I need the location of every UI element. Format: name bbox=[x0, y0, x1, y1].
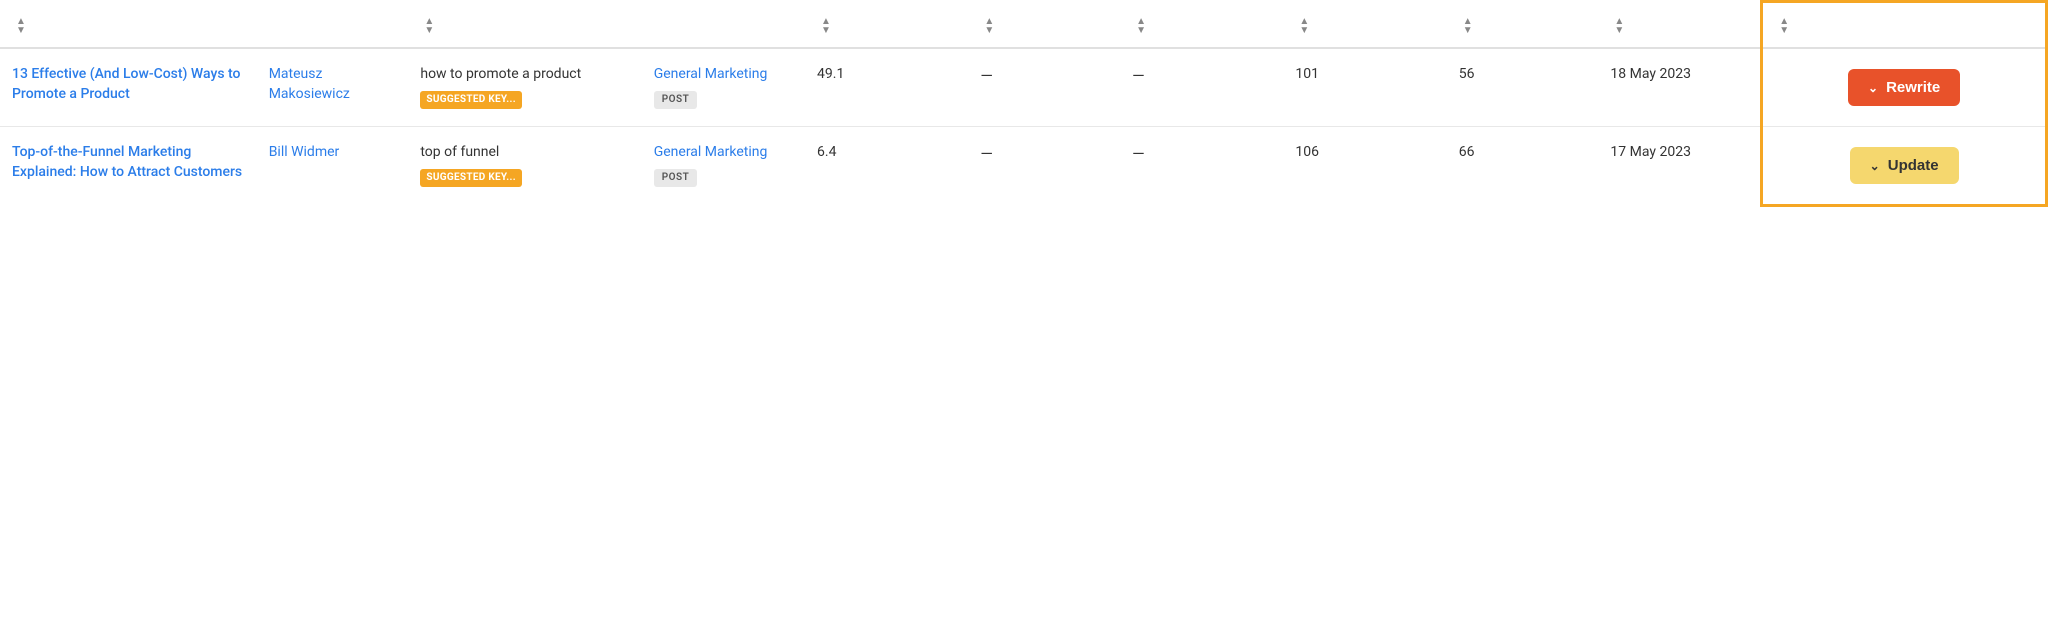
sort-icon-keywords: ▲▼ bbox=[424, 17, 434, 35]
cell-date: 18 May 2023 bbox=[1598, 48, 1761, 127]
cell-date: 17 May 2023 bbox=[1598, 127, 1761, 206]
organic-traffic-value: — bbox=[1132, 66, 1145, 85]
cell-total-traffic: — bbox=[968, 127, 1120, 206]
backlinks-value: 106 bbox=[1295, 144, 1319, 160]
organic-traffic-value: — bbox=[1132, 144, 1145, 163]
backlinks-value: 101 bbox=[1295, 66, 1319, 82]
cell-ref-domains: 56 bbox=[1447, 48, 1599, 127]
title-link[interactable]: 13 Effective (And Low-Cost) Ways to Prom… bbox=[12, 66, 240, 102]
header-position[interactable]: ▲▼ bbox=[805, 2, 968, 49]
ref-domains-value: 56 bbox=[1459, 66, 1475, 82]
cell-keyword: top of funnel SUGGESTED KEY... bbox=[408, 127, 641, 206]
date-value: 18 May 2023 bbox=[1610, 66, 1691, 82]
position-value: 6.4 bbox=[817, 144, 836, 160]
date-value: 17 May 2023 bbox=[1610, 144, 1691, 160]
chevron-down-icon: ⌄ bbox=[1870, 159, 1880, 173]
sort-icon-total: ▲▼ bbox=[984, 17, 994, 35]
cell-keyword: how to promote a product SUGGESTED KEY..… bbox=[408, 48, 641, 127]
total-traffic-value: — bbox=[980, 144, 993, 163]
cell-category: General Marketing POST bbox=[642, 48, 805, 127]
chevron-down-icon: ⌄ bbox=[1868, 81, 1878, 95]
header-author bbox=[257, 2, 409, 49]
keyword-text: how to promote a product bbox=[420, 66, 581, 82]
cell-organic-traffic: — bbox=[1120, 127, 1283, 206]
cell-author: Mateusz Makosiewicz bbox=[257, 48, 409, 127]
cell-organic-traffic: — bbox=[1120, 48, 1283, 127]
title-link[interactable]: Top-of-the-Funnel Marketing Explained: H… bbox=[12, 144, 242, 180]
cell-category: General Marketing POST bbox=[642, 127, 805, 206]
content-audit-table: ▲▼ ▲▼ ▲▼ ▲▼ bbox=[0, 0, 2048, 207]
sort-icon-date: ▲▼ bbox=[1614, 17, 1624, 35]
update-button[interactable]: ⌄ Update bbox=[1850, 147, 1959, 184]
sort-icon-organic: ▲▼ bbox=[1136, 17, 1146, 35]
position-value: 49.1 bbox=[817, 66, 844, 82]
category-link[interactable]: General Marketing bbox=[654, 66, 768, 82]
header-ref-domains[interactable]: ▲▼ bbox=[1447, 2, 1599, 49]
suggested-badge: SUGGESTED KEY... bbox=[420, 91, 522, 109]
header-total-traffic[interactable]: ▲▼ bbox=[968, 2, 1120, 49]
cell-backlinks: 106 bbox=[1283, 127, 1446, 206]
suggested-badge: SUGGESTED KEY... bbox=[420, 169, 522, 187]
sort-icon-backlinks: ▲▼ bbox=[1299, 17, 1309, 35]
table-row: Top-of-the-Funnel Marketing Explained: H… bbox=[0, 127, 2047, 206]
rewrite-button[interactable]: ⌄ Rewrite bbox=[1848, 69, 1960, 106]
category-link[interactable]: General Marketing bbox=[654, 144, 768, 160]
cell-position: 6.4 bbox=[805, 127, 968, 206]
post-badge: POST bbox=[654, 91, 698, 109]
update-label: Update bbox=[1888, 157, 1939, 174]
total-traffic-value: — bbox=[980, 66, 993, 85]
cell-author: Bill Widmer bbox=[257, 127, 409, 206]
author-name: Bill Widmer bbox=[269, 144, 340, 160]
sort-icon-ref: ▲▼ bbox=[1463, 17, 1473, 35]
header-categories bbox=[642, 2, 805, 49]
sort-icon-position: ▲▼ bbox=[821, 17, 831, 35]
header-title[interactable]: ▲▼ bbox=[0, 2, 257, 49]
sort-icon-title: ▲▼ bbox=[16, 17, 26, 35]
cell-backlinks: 101 bbox=[1283, 48, 1446, 127]
cell-ref-domains: 66 bbox=[1447, 127, 1599, 206]
header-suggestion[interactable]: ▲▼ bbox=[1762, 2, 2047, 49]
cell-suggestion: ⌄ Update bbox=[1762, 127, 2047, 206]
cell-total-traffic: — bbox=[968, 48, 1120, 127]
keyword-text: top of funnel bbox=[420, 144, 499, 160]
header-date[interactable]: ▲▼ bbox=[1598, 2, 1761, 49]
author-name: Mateusz Makosiewicz bbox=[269, 66, 350, 102]
rewrite-label: Rewrite bbox=[1886, 79, 1940, 96]
ref-domains-value: 66 bbox=[1459, 144, 1475, 160]
post-badge: POST bbox=[654, 169, 698, 187]
header-organic-traffic[interactable]: ▲▼ bbox=[1120, 2, 1283, 49]
cell-title: 13 Effective (And Low-Cost) Ways to Prom… bbox=[0, 48, 257, 127]
cell-title: Top-of-the-Funnel Marketing Explained: H… bbox=[0, 127, 257, 206]
sort-icon-suggestion: ▲▼ bbox=[1779, 17, 1789, 35]
header-backlinks[interactable]: ▲▼ bbox=[1283, 2, 1446, 49]
table-row: 13 Effective (And Low-Cost) Ways to Prom… bbox=[0, 48, 2047, 127]
cell-position: 49.1 bbox=[805, 48, 968, 127]
header-target-keywords[interactable]: ▲▼ bbox=[408, 2, 641, 49]
cell-suggestion: ⌄ Rewrite bbox=[1762, 48, 2047, 127]
